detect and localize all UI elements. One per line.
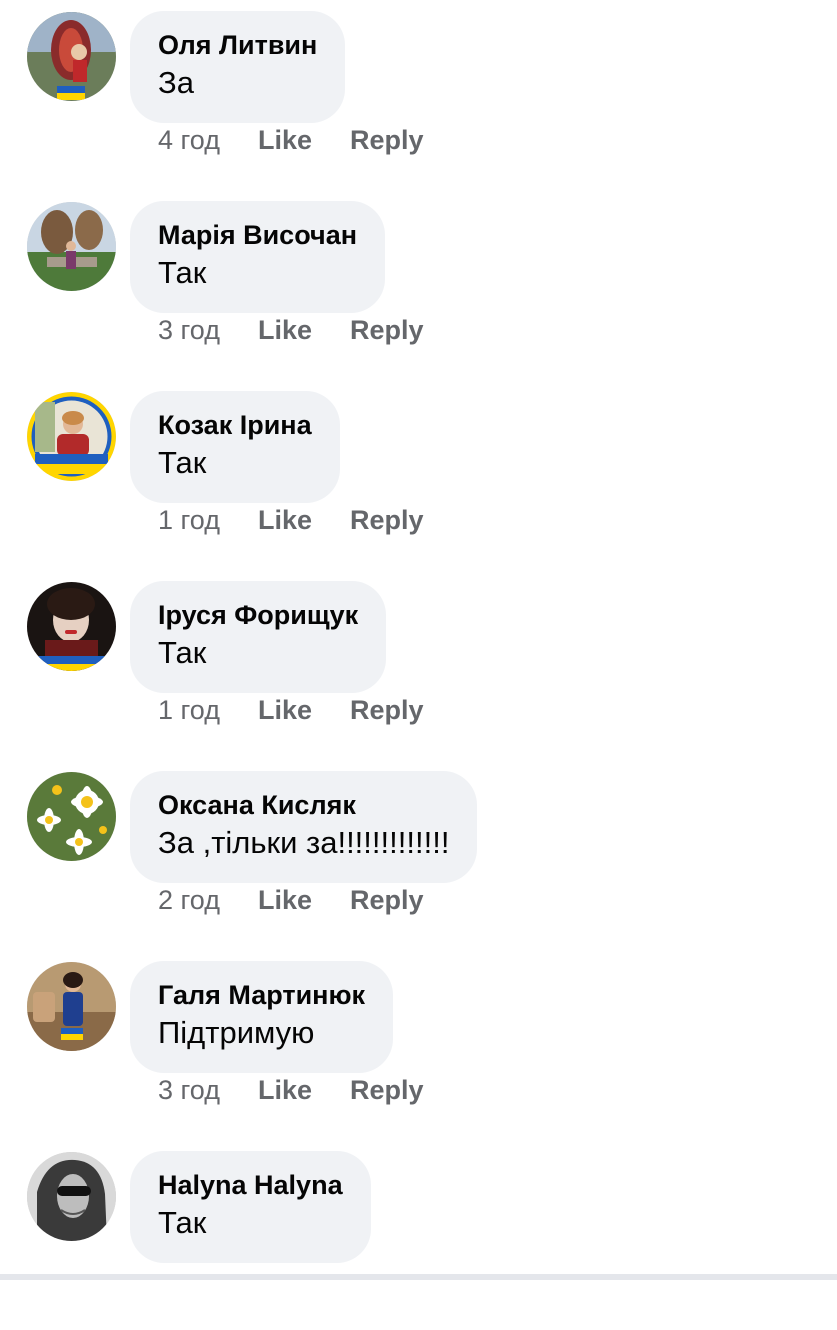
comment-actions: 3 год Like Reply: [158, 312, 424, 348]
avatar[interactable]: [27, 582, 116, 671]
reply-button[interactable]: Reply: [350, 695, 424, 726]
like-button[interactable]: Like: [258, 125, 312, 156]
avatar-image-icon: [27, 772, 116, 861]
comment-text: За ,тільки за!!!!!!!!!!!!!: [158, 825, 450, 860]
comment-author[interactable]: Halyna Halyna: [158, 1168, 343, 1202]
avatar[interactable]: [27, 392, 116, 481]
comment-text: Так: [158, 635, 207, 670]
comment-text: За: [158, 65, 194, 100]
avatar[interactable]: [27, 962, 116, 1051]
comment-actions: 3 год Like Reply: [158, 1072, 424, 1108]
comment-bubble: Марія Височан Так: [130, 201, 386, 313]
comment-bubble: Halyna Halyna Так: [130, 1151, 371, 1263]
like-button[interactable]: Like: [258, 505, 312, 536]
avatar-image-icon: [27, 1152, 116, 1241]
comment-item: Галя Мартинюк Підтримую 3 год Like Reply: [0, 950, 837, 1140]
comment-bubble: Оксана Кисляк За ,тільки за!!!!!!!!!!!!!: [130, 771, 478, 883]
comment-bubble: Галя Мартинюк Підтримую: [130, 961, 394, 1073]
comment-bubble: Козак Ірина Так: [130, 391, 340, 503]
comment-time[interactable]: 3 год: [158, 315, 220, 346]
reply-button[interactable]: Reply: [350, 505, 424, 536]
avatar[interactable]: [27, 12, 116, 101]
comment-actions: 1 год Like Reply: [158, 692, 424, 728]
avatar-image-icon: [27, 392, 116, 481]
like-button[interactable]: Like: [258, 695, 312, 726]
comment-author[interactable]: Оксана Кисляк: [158, 788, 449, 822]
comment-author[interactable]: Козак Ірина: [158, 408, 312, 442]
comment-bubble: Іруся Форищук Так: [130, 581, 387, 693]
comment-item: Оля Литвин За 4 год Like Reply: [0, 0, 837, 190]
comment-text: Так: [158, 255, 207, 290]
reply-button[interactable]: Reply: [350, 1075, 424, 1106]
comment-time[interactable]: 2 год: [158, 885, 220, 916]
divider: [0, 1274, 837, 1280]
comment-text: Підтримую: [158, 1015, 315, 1050]
comment-item: Козак Ірина Так 1 год Like Reply: [0, 380, 837, 570]
comment-author[interactable]: Марія Височан: [158, 218, 357, 252]
avatar-image-icon: [27, 962, 116, 1051]
avatar-image-icon: [27, 12, 116, 101]
comment-author[interactable]: Галя Мартинюк: [158, 978, 365, 1012]
comment-text: Так: [158, 445, 207, 480]
comment-text: Так: [158, 1205, 207, 1240]
comment-bubble: Оля Литвин За: [130, 11, 346, 123]
reply-button[interactable]: Reply: [350, 885, 424, 916]
avatar[interactable]: [27, 202, 116, 291]
like-button[interactable]: Like: [258, 1075, 312, 1106]
comment-time[interactable]: 1 год: [158, 505, 220, 536]
reply-button[interactable]: Reply: [350, 125, 424, 156]
comment-time[interactable]: 3 год: [158, 1075, 220, 1106]
comment-author[interactable]: Оля Литвин: [158, 28, 317, 62]
comment-time[interactable]: 1 год: [158, 695, 220, 726]
like-button[interactable]: Like: [258, 885, 312, 916]
comment-actions: 2 год Like Reply: [158, 882, 424, 918]
comment-item: Оксана Кисляк За ,тільки за!!!!!!!!!!!!!…: [0, 760, 837, 950]
comment-actions: 4 год Like Reply: [158, 122, 424, 158]
comment-item: Іруся Форищук Так 1 год Like Reply: [0, 570, 837, 760]
comment-time[interactable]: 4 год: [158, 125, 220, 156]
avatar[interactable]: [27, 772, 116, 861]
like-button[interactable]: Like: [258, 315, 312, 346]
avatar-image-icon: [27, 202, 116, 291]
comment-author[interactable]: Іруся Форищук: [158, 598, 358, 632]
reply-button[interactable]: Reply: [350, 315, 424, 346]
comment-actions: 1 год Like Reply: [158, 502, 424, 538]
comment-item: Марія Височан Так 3 год Like Reply: [0, 190, 837, 380]
comment-item: Halyna Halyna Так: [0, 1140, 837, 1330]
avatar-image-icon: [27, 582, 116, 671]
avatar[interactable]: [27, 1152, 116, 1241]
